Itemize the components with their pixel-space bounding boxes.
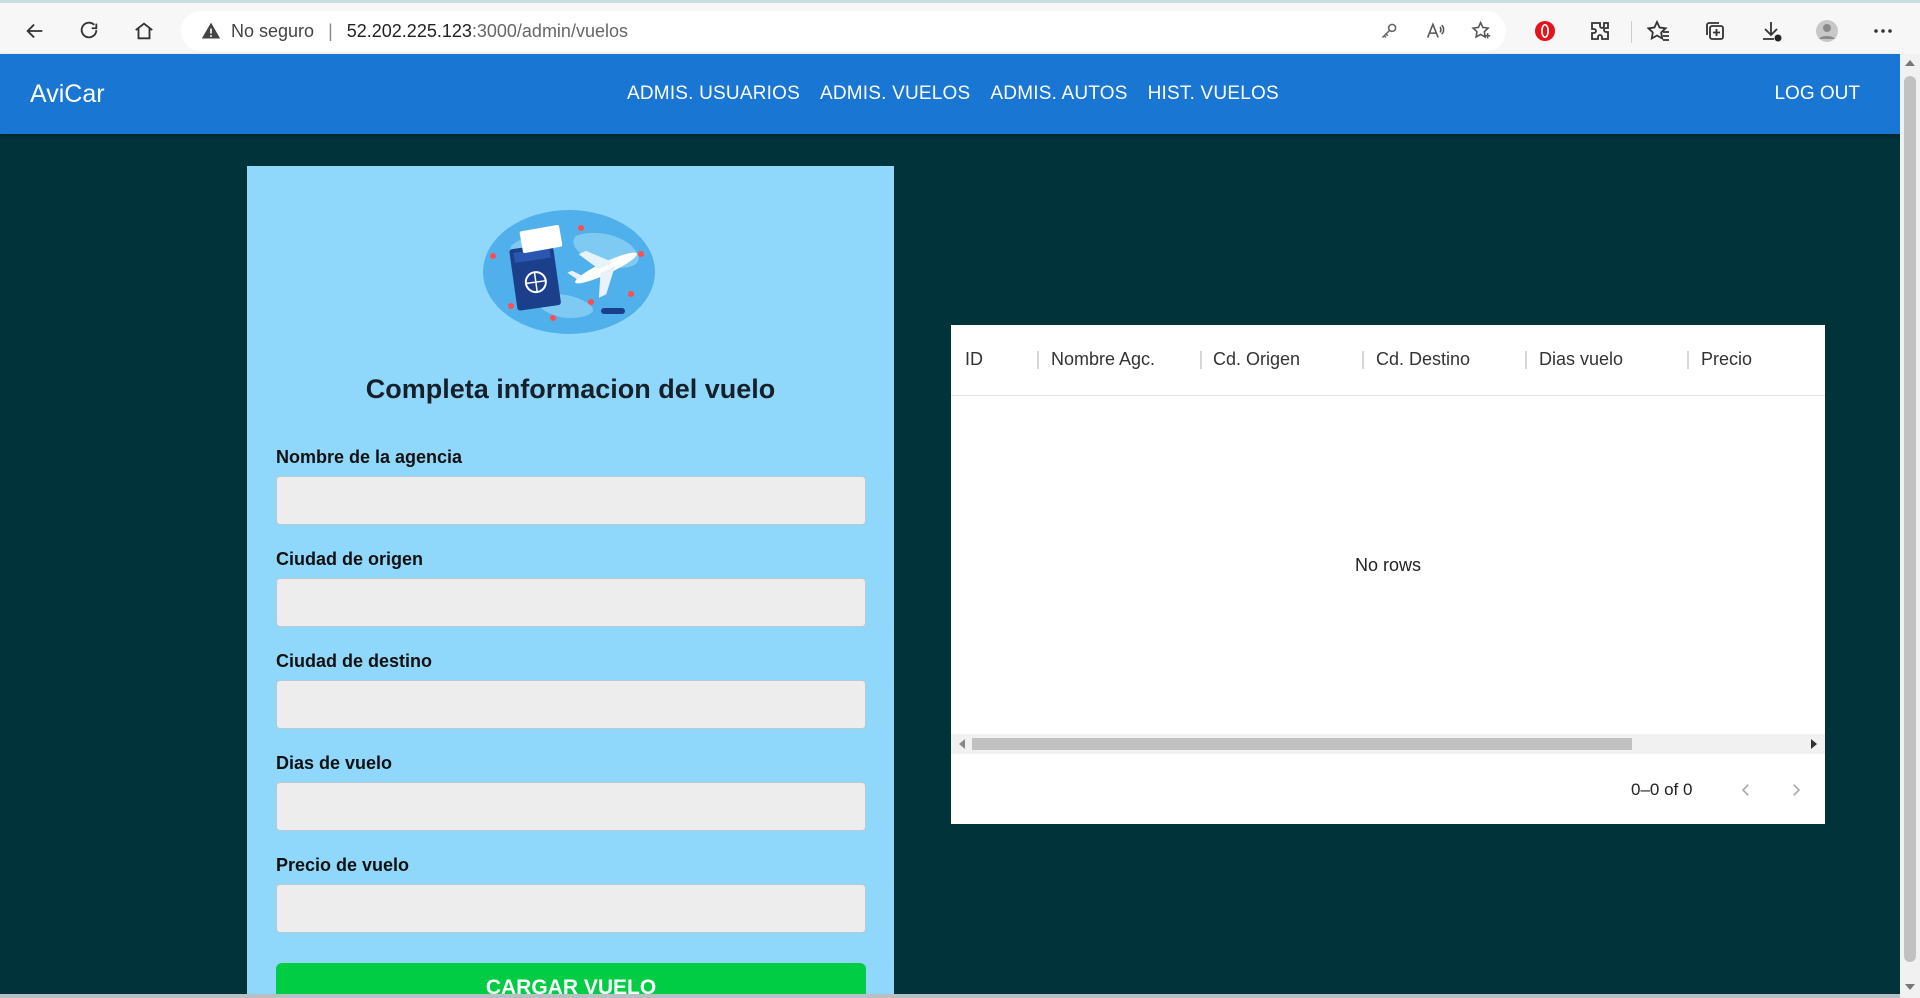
- url-path: :3000/admin/vuelos: [471, 20, 628, 41]
- read-aloud-icon[interactable]: [1422, 17, 1448, 43]
- flight-price-label: Precio de vuelo: [276, 855, 410, 875]
- nav-hist-vuelos[interactable]: HIST. VUELOS: [1138, 83, 1289, 105]
- home-icon[interactable]: [127, 14, 161, 48]
- opera-extension-icon[interactable]: [1530, 16, 1560, 46]
- flight-days-label: Dias de vuelo: [276, 753, 393, 773]
- agency-name-label: Nombre de la agencia: [276, 447, 463, 467]
- key-icon[interactable]: [1376, 17, 1402, 43]
- nav-admin-vuelos[interactable]: ADMIS. VUELOS: [810, 83, 980, 105]
- window-bottom-edge: [0, 994, 1900, 998]
- column-header-id[interactable]: ID: [965, 349, 983, 370]
- address-bar[interactable]: No seguro | 52.202.225.123:3000/admin/vu…: [181, 11, 1506, 51]
- destination-city-label: Ciudad de destino: [276, 651, 433, 671]
- column-separator[interactable]: [1687, 351, 1689, 369]
- nav-admin-autos[interactable]: ADMIS. AUTOS: [980, 83, 1137, 105]
- grid-header: ID Nombre Agc. Cd. Origen Cd. Destino Di…: [951, 325, 1825, 396]
- scroll-right-icon[interactable]: [1811, 739, 1817, 749]
- horizontal-scrollbar[interactable]: [951, 734, 1825, 754]
- app-header: AviCar ADMIS. USUARIOS ADMIS. VUELOS ADM…: [0, 54, 1900, 134]
- collections-icon[interactable]: [1700, 16, 1730, 46]
- more-menu-icon[interactable]: [1868, 16, 1898, 46]
- flight-price-input[interactable]: [276, 884, 866, 933]
- column-separator[interactable]: [1200, 351, 1202, 369]
- column-separator[interactable]: [1037, 351, 1039, 369]
- agency-name-input[interactable]: [276, 476, 866, 525]
- page-scrollbar[interactable]: [1900, 54, 1920, 998]
- warning-icon: [201, 22, 221, 39]
- column-separator[interactable]: [1525, 351, 1527, 369]
- column-header-days[interactable]: Dias vuelo: [1539, 349, 1623, 370]
- flight-form-panel: Completa informacion del vuelo Nombre de…: [247, 166, 894, 998]
- column-header-agency[interactable]: Nombre Agc.: [1051, 349, 1155, 370]
- next-page-icon[interactable]: [1783, 777, 1809, 803]
- empty-rows-message: No rows: [1354, 555, 1421, 575]
- page-scrollbar-thumb[interactable]: [1904, 76, 1916, 962]
- scroll-left-icon[interactable]: [959, 739, 965, 749]
- url-host: 52.202.225.123: [346, 20, 472, 41]
- brand-logo[interactable]: AviCar: [30, 80, 105, 109]
- column-header-origin[interactable]: Cd. Origen: [1213, 349, 1300, 370]
- flights-data-grid: ID Nombre Agc. Cd. Origen Cd. Destino Di…: [951, 325, 1825, 824]
- refresh-icon[interactable]: [72, 14, 106, 48]
- favorites-icon[interactable]: [1644, 16, 1674, 46]
- logout-button[interactable]: LOG OUT: [1774, 83, 1860, 105]
- column-header-price[interactable]: Precio: [1701, 349, 1752, 370]
- browser-toolbar: No seguro | 52.202.225.123:3000/admin/vu…: [0, 0, 1920, 54]
- origin-city-input[interactable]: [276, 578, 866, 627]
- scroll-down-icon[interactable]: [1905, 984, 1915, 990]
- pagination-info: 0–0 of 0: [1631, 780, 1693, 799]
- destination-city-input[interactable]: [276, 680, 866, 729]
- previous-page-icon[interactable]: [1733, 777, 1759, 803]
- submit-flight-button[interactable]: CARGAR VUELO: [276, 963, 866, 998]
- main-nav: ADMIS. USUARIOS ADMIS. VUELOS ADMIS. AUT…: [617, 83, 1289, 105]
- flight-days-input[interactable]: [276, 782, 866, 831]
- back-icon[interactable]: [18, 14, 52, 48]
- nav-admin-usuarios[interactable]: ADMIS. USUARIOS: [617, 83, 810, 105]
- form-title: Completa informacion del vuelo: [365, 374, 776, 404]
- extensions-icon[interactable]: [1585, 16, 1615, 46]
- security-status: No seguro: [231, 20, 315, 41]
- downloads-icon[interactable]: [1756, 16, 1786, 46]
- add-favorite-icon[interactable]: [1468, 17, 1494, 43]
- address-separator: |: [328, 20, 333, 41]
- column-header-destination[interactable]: Cd. Destino: [1376, 349, 1470, 370]
- toolbar-divider: [1631, 21, 1632, 43]
- column-separator[interactable]: [1362, 351, 1364, 369]
- scrollbar-thumb[interactable]: [972, 738, 1632, 750]
- profile-avatar-icon[interactable]: [1812, 16, 1842, 46]
- origin-city-label: Ciudad de origen: [276, 549, 424, 569]
- scroll-up-icon[interactable]: [1905, 60, 1915, 66]
- travel-illustration: [483, 210, 655, 334]
